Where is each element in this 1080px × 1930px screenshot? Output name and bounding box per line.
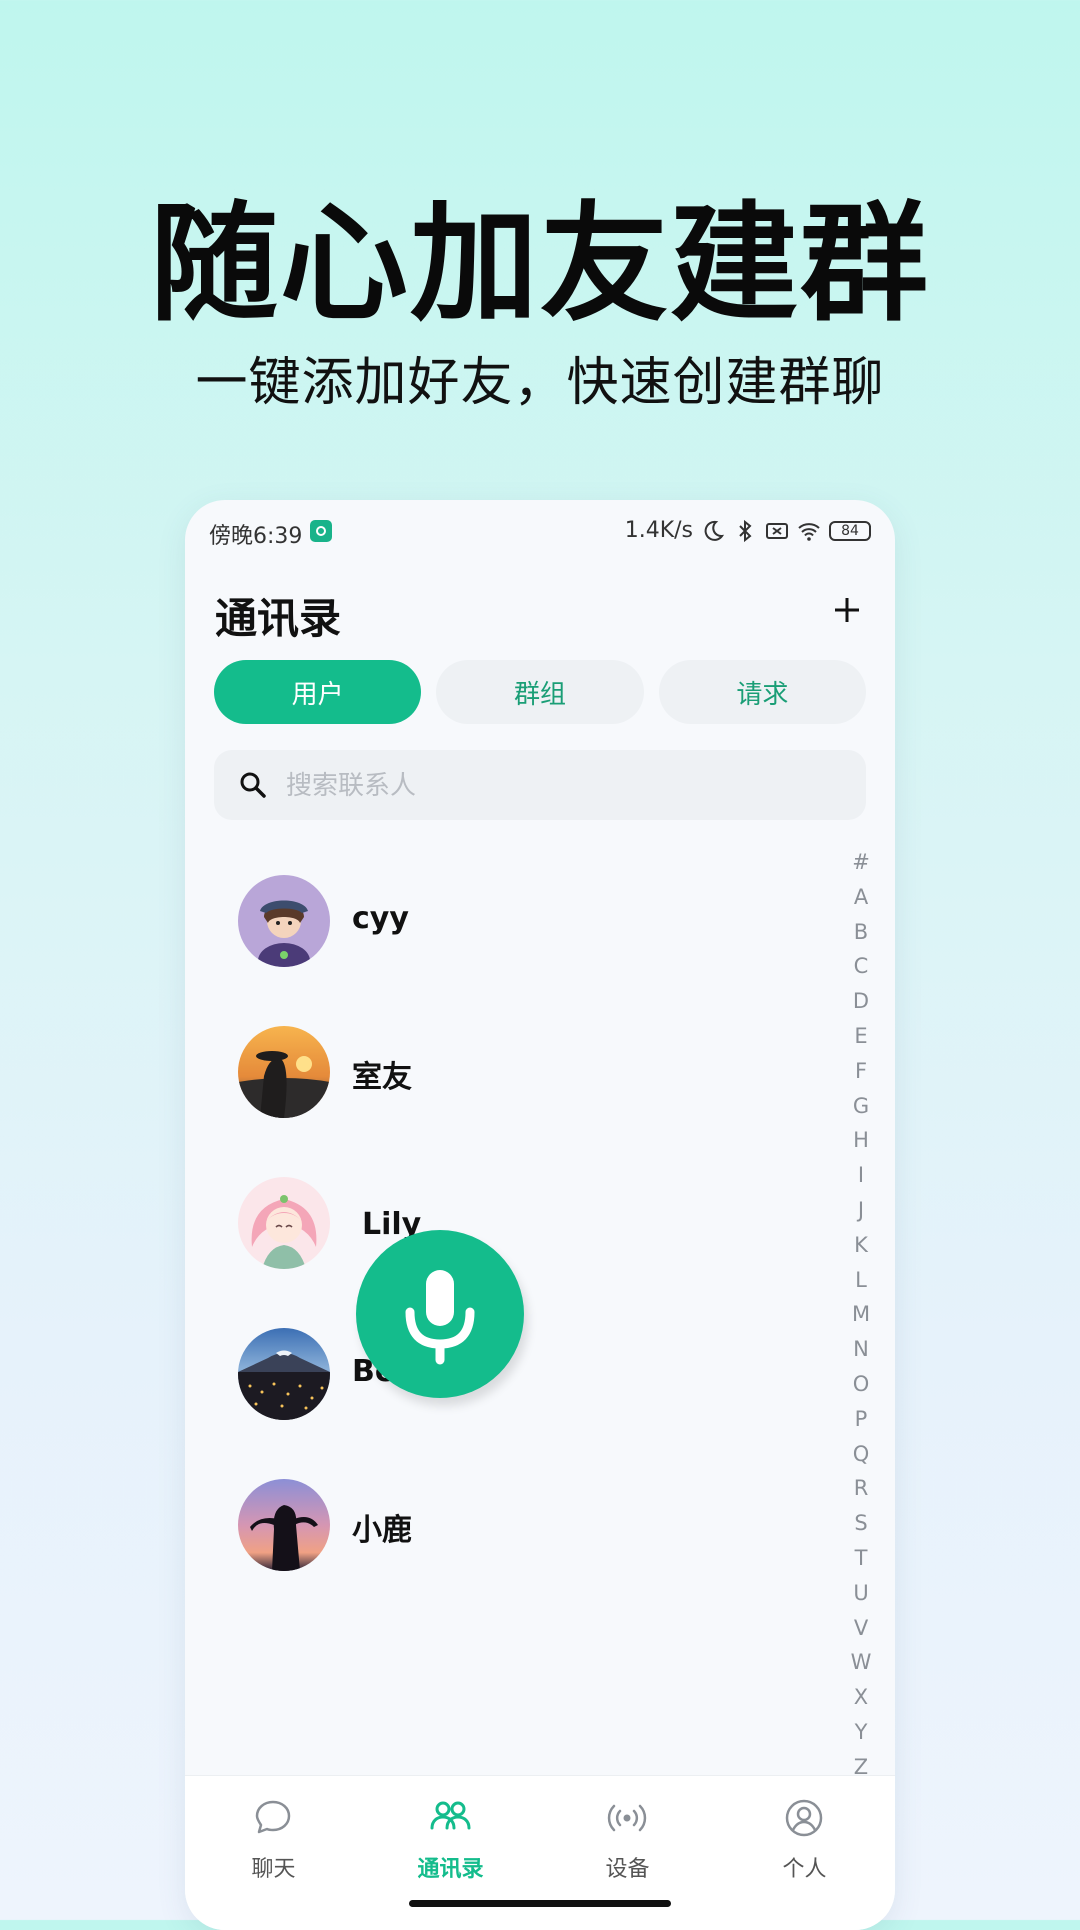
nav-profile[interactable]: 个人	[716, 1776, 893, 1896]
contact-name: 小鹿	[352, 1513, 412, 1548]
nav-label: 设备	[605, 1857, 650, 1882]
nav-label: 通讯录	[417, 1857, 484, 1882]
avatar	[238, 1026, 330, 1118]
promo-headline: 随心加友建群	[149, 190, 930, 339]
index-letter[interactable]: N	[847, 1332, 875, 1367]
search-icon	[240, 772, 266, 798]
index-letter[interactable]: E	[847, 1019, 875, 1054]
index-letter[interactable]: X	[847, 1680, 875, 1715]
index-letter[interactable]: #	[847, 845, 875, 880]
tab-requests[interactable]: 请求	[658, 660, 866, 724]
page-title: 通讯录	[215, 594, 342, 643]
phone-screen: 傍晚6:39 1.4K/s 84 通讯录 用户 群组 请求 搜索联系人 cyy …	[185, 500, 895, 1930]
avatar	[238, 875, 330, 967]
index-letter[interactable]: Y	[847, 1715, 875, 1750]
microphone-icon	[405, 1270, 475, 1365]
index-letter[interactable]: Q	[847, 1437, 875, 1472]
search-input[interactable]	[284, 750, 848, 822]
chat-icon	[255, 1800, 291, 1834]
contacts-icon	[430, 1801, 471, 1830]
index-letter[interactable]: U	[847, 1576, 875, 1611]
plus-icon[interactable]	[829, 592, 865, 628]
avatar	[238, 1328, 330, 1420]
index-letter[interactable]: K	[847, 1228, 875, 1263]
index-letter[interactable]: B	[847, 915, 875, 950]
nav-chat[interactable]: 聊天	[185, 1776, 362, 1896]
nav-label: 个人	[782, 1857, 827, 1882]
index-letter[interactable]: W	[847, 1645, 875, 1680]
index-letter[interactable]: P	[847, 1402, 875, 1437]
status-time: 傍晚6:39	[209, 524, 303, 549]
wifi-icon	[798, 522, 820, 541]
avatar	[238, 1479, 330, 1571]
moon-icon	[704, 520, 725, 541]
index-letter[interactable]: J	[847, 1193, 875, 1228]
index-letter[interactable]: S	[847, 1506, 875, 1541]
contact-name: cyy	[352, 901, 409, 936]
tab-users[interactable]: 用户	[214, 660, 422, 724]
index-letter[interactable]: C	[847, 949, 875, 984]
index-letter[interactable]: I	[847, 1158, 875, 1193]
search-bar	[214, 750, 866, 822]
index-letter[interactable]: D	[847, 984, 875, 1019]
index-letter[interactable]: H	[847, 1123, 875, 1158]
network-speed: 1.4K/s	[624, 518, 693, 543]
status-indicators: 1.4K/s 84	[625, 518, 871, 543]
battery-indicator: 84	[829, 520, 871, 541]
promo-subline: 一键添加好友，快速创建群聊	[195, 353, 885, 413]
nav-contacts[interactable]: 通讯录	[362, 1776, 539, 1896]
alphabet-index[interactable]: # A B C D E F G H I J K L M N O P Q R S …	[847, 845, 875, 1785]
index-letter[interactable]: M	[847, 1297, 875, 1332]
contact-item[interactable]: cyy	[238, 875, 738, 967]
nav-label: 聊天	[251, 1857, 296, 1882]
index-letter[interactable]: F	[847, 1054, 875, 1089]
notification-app-icon	[310, 520, 332, 542]
profile-icon	[785, 1799, 823, 1837]
index-letter[interactable]: T	[847, 1541, 875, 1576]
status-bar: 傍晚6:39 1.4K/s 84	[185, 500, 895, 564]
avatar	[238, 1177, 330, 1269]
contact-tabs: 用户 群组 请求	[214, 660, 866, 724]
index-letter[interactable]: V	[847, 1611, 875, 1646]
index-letter[interactable]: G	[847, 1089, 875, 1124]
contact-item[interactable]: 室友	[238, 1026, 738, 1118]
voice-input-button[interactable]	[356, 1230, 524, 1398]
index-letter[interactable]: L	[847, 1263, 875, 1298]
sim-off-icon	[766, 522, 788, 539]
contact-name: 室友	[352, 1060, 412, 1095]
tab-groups[interactable]: 群组	[436, 660, 644, 724]
index-letter[interactable]: R	[847, 1471, 875, 1506]
contact-item[interactable]: 小鹿	[238, 1479, 738, 1571]
index-letter[interactable]: A	[847, 880, 875, 915]
bluetooth-icon	[739, 519, 752, 542]
index-letter[interactable]: O	[847, 1367, 875, 1402]
nav-devices[interactable]: 设备	[539, 1776, 716, 1896]
device-icon	[607, 1804, 647, 1832]
home-indicator[interactable]	[409, 1900, 671, 1907]
